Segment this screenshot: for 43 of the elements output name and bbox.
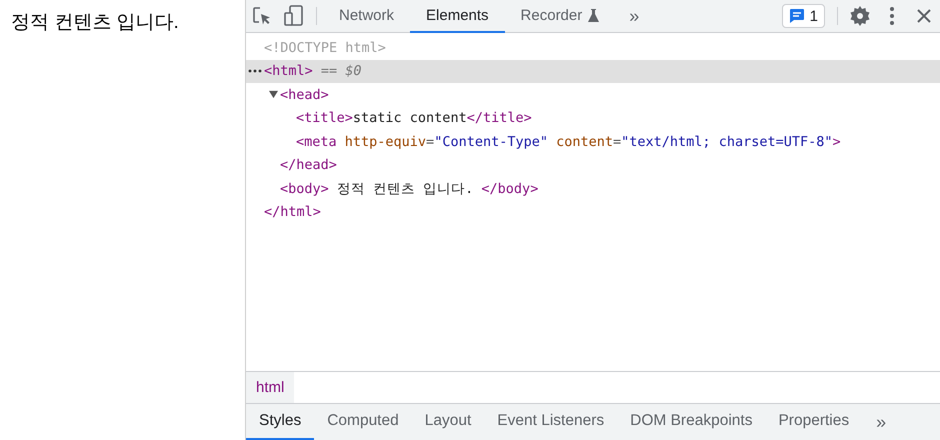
- panel-tab[interactable]: Recorder: [504, 0, 616, 33]
- tag-text: </head>: [280, 157, 337, 174]
- attribute-value: "Content-Type": [434, 134, 548, 150]
- equals-sign: =: [613, 134, 622, 150]
- equals-sign: =: [426, 134, 434, 150]
- device-icon[interactable]: [284, 5, 304, 27]
- sidebar-tab[interactable]: Layout: [412, 404, 484, 440]
- selected-row[interactable]: <html> == $0: [246, 60, 940, 83]
- tag-text: <meta: [296, 134, 337, 150]
- flask-icon: [588, 9, 600, 22]
- sidebar-tab[interactable]: Computed: [314, 404, 412, 440]
- more-icon[interactable]: [248, 69, 262, 74]
- selection-note: == $0: [320, 63, 362, 80]
- tag-text: <title>: [296, 110, 353, 126]
- sidebar-tab[interactable]: DOM Breakpoints: [617, 404, 766, 440]
- sidebar-tab[interactable]: Styles: [246, 404, 314, 440]
- more-tabs-button[interactable]: »: [615, 0, 654, 32]
- sidebar-tab[interactable]: Event Listeners: [484, 404, 618, 440]
- tag-text: <head>: [280, 86, 329, 103]
- issues-button[interactable]: 1: [782, 4, 825, 28]
- page-text: 정적 컨텐츠 입니다.: [11, 12, 179, 33]
- tag-text: </html>: [264, 204, 321, 220]
- breadcrumb[interactable]: html: [246, 372, 294, 403]
- panel-tab[interactable]: Network: [323, 0, 410, 33]
- more-tabs-button[interactable]: »: [862, 404, 900, 440]
- tag-text: </title>: [466, 110, 532, 126]
- kebab-menu-icon[interactable]: [890, 7, 894, 25]
- settings-icon[interactable]: [850, 6, 870, 26]
- tag-text: <html>: [264, 63, 313, 80]
- node-text: static content: [352, 110, 467, 126]
- sidebar-tab[interactable]: Properties: [765, 404, 862, 440]
- close-icon[interactable]: [917, 9, 931, 23]
- caret-down-icon[interactable]: [269, 90, 278, 100]
- inspect-icon[interactable]: [252, 6, 272, 26]
- message-icon: [788, 8, 805, 24]
- tag-text: <body>: [280, 180, 329, 197]
- node-text: 정적 컨텐츠 입니다.: [336, 180, 474, 198]
- attribute-name: http-equiv: [344, 134, 426, 150]
- attribute-value: "text/html; charset=UTF-8": [621, 134, 832, 150]
- doctype-text: <!DOCTYPE html>: [264, 40, 386, 56]
- attribute-name: content: [555, 134, 614, 150]
- tag-text: </body>: [481, 180, 538, 197]
- tag-text: >: [832, 134, 841, 150]
